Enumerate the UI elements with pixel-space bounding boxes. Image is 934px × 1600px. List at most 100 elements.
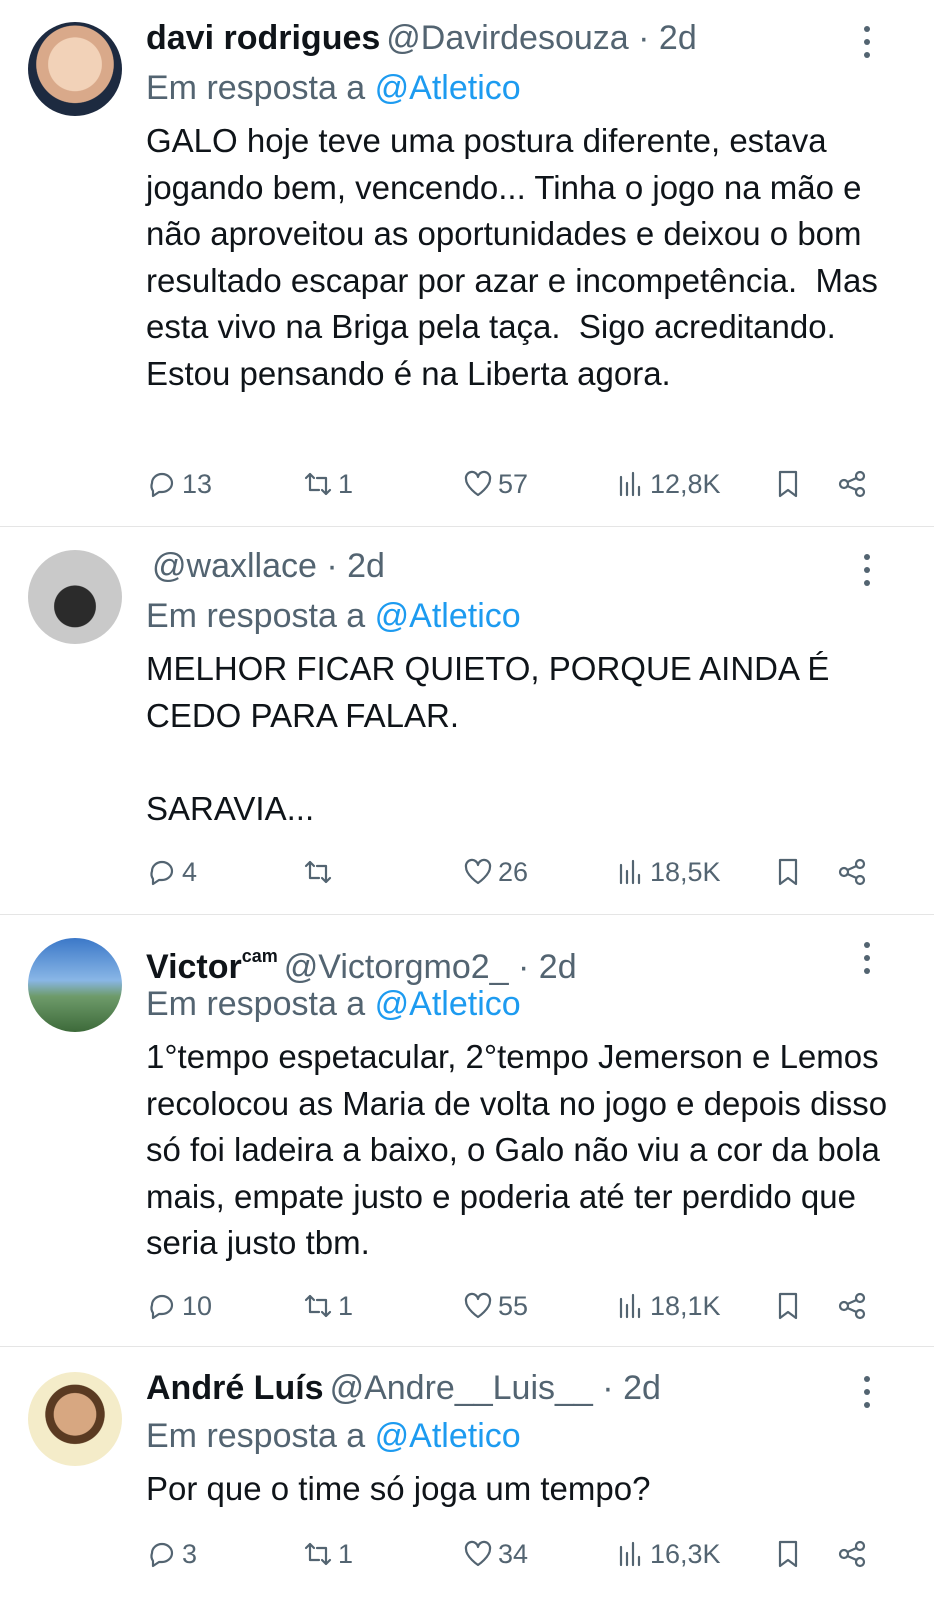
retweet-button[interactable]: 1 xyxy=(302,1532,353,1576)
tweet-header: davi rodrigues @Davirdesouza · 2d xyxy=(146,14,697,62)
timestamp[interactable]: 2d xyxy=(347,547,385,585)
display-name[interactable]: André Luís xyxy=(146,1369,324,1407)
user-handle[interactable]: @Davirdesouza xyxy=(386,19,628,57)
retweet-count: 1 xyxy=(338,468,354,499)
bookmark-icon xyxy=(778,858,798,886)
like-button[interactable]: 55 xyxy=(462,1284,528,1328)
reply-button[interactable]: 13 xyxy=(146,462,212,506)
reply-to-link[interactable]: @Atletico xyxy=(375,597,521,635)
reply-count: 10 xyxy=(182,1290,213,1321)
separator: · xyxy=(326,547,338,585)
share-icon xyxy=(838,858,866,886)
more-icon[interactable] xyxy=(852,550,882,590)
views-button[interactable]: 16,3K xyxy=(614,1532,721,1576)
view-count: 16,3K xyxy=(650,1538,721,1569)
views-icon xyxy=(619,859,641,885)
reply-icon xyxy=(150,472,174,498)
user-handle[interactable]: @waxllace xyxy=(152,547,317,585)
avatar[interactable] xyxy=(28,22,122,116)
share-icon xyxy=(838,470,866,498)
timestamp[interactable]: 2d xyxy=(623,1369,661,1407)
like-button[interactable]: 34 xyxy=(462,1532,528,1576)
bookmark-button[interactable] xyxy=(772,850,804,894)
avatar[interactable] xyxy=(28,550,122,644)
reply-to-link[interactable]: @Atletico xyxy=(375,1417,521,1455)
reply-context: Em resposta a @Atletico xyxy=(146,64,521,112)
like-count: 26 xyxy=(498,856,529,887)
avatar[interactable] xyxy=(28,938,122,1032)
reply-count: 3 xyxy=(182,1538,198,1569)
retweet-icon xyxy=(304,860,332,884)
views-icon xyxy=(619,1541,641,1567)
share-icon xyxy=(838,1292,866,1320)
reply-context: Em resposta a @Atletico xyxy=(146,592,521,640)
reply-button[interactable]: 10 xyxy=(146,1284,212,1328)
view-count: 18,5K xyxy=(650,856,721,887)
bookmark-icon xyxy=(778,1540,798,1568)
tweet-text: MELHOR FICAR QUIETO, PORQUE AINDA É CEDO… xyxy=(146,650,830,827)
more-icon[interactable] xyxy=(852,1372,882,1412)
view-count: 12,8K xyxy=(650,468,721,499)
like-count: 34 xyxy=(498,1538,529,1569)
like-button[interactable]: 57 xyxy=(462,462,528,506)
divider xyxy=(0,526,934,527)
reply-button[interactable]: 3 xyxy=(146,1532,197,1576)
share-button[interactable] xyxy=(836,1532,868,1576)
like-count: 55 xyxy=(498,1290,529,1321)
replies-feed: davi rodrigues @Davirdesouza · 2d Em resp… xyxy=(0,0,934,1600)
separator: · xyxy=(638,19,650,57)
user-handle[interactable]: @Andre__Luis__ xyxy=(330,1369,593,1407)
reply-button[interactable]: 4 xyxy=(146,850,197,894)
tweet-text: 1°tempo espetacular, 2°tempo Jemerson e … xyxy=(146,1038,897,1261)
views-button[interactable]: 18,5K xyxy=(614,850,721,894)
retweet-button[interactable] xyxy=(302,850,338,894)
reply-context: Em resposta a @Atletico xyxy=(146,1412,521,1460)
name-superscript: cam xyxy=(241,946,278,966)
like-button[interactable]: 26 xyxy=(462,850,528,894)
heart-icon xyxy=(464,858,492,885)
more-icon[interactable] xyxy=(852,22,882,62)
reply-to-link[interactable]: @Atletico xyxy=(375,985,521,1023)
reply-count: 13 xyxy=(182,468,213,499)
tweet-header: @waxllace · 2d xyxy=(146,542,385,590)
views-button[interactable]: 18,1K xyxy=(614,1284,721,1328)
views-icon xyxy=(619,471,641,497)
heart-icon xyxy=(464,1292,492,1319)
heart-icon xyxy=(464,470,492,497)
retweet-button[interactable]: 1 xyxy=(302,1284,353,1328)
bookmark-button[interactable] xyxy=(772,1284,804,1328)
reply-count: 4 xyxy=(182,856,198,887)
tweet-header: André Luís @Andre__Luis__ · 2d xyxy=(146,1364,661,1412)
action-bar: 3 1 34 16,3K xyxy=(146,1532,906,1576)
reply-prefix: Em resposta a xyxy=(146,597,366,635)
bookmark-button[interactable] xyxy=(772,462,804,506)
avatar[interactable] xyxy=(28,1372,122,1466)
reply-icon xyxy=(150,1542,174,1568)
display-name[interactable]: davi rodrigues xyxy=(146,19,380,57)
views-icon xyxy=(619,1293,641,1319)
retweet-button[interactable]: 1 xyxy=(302,462,353,506)
share-button[interactable] xyxy=(836,850,868,894)
share-button[interactable] xyxy=(836,1284,868,1328)
divider xyxy=(0,914,934,915)
action-bar: 4 26 18,5K xyxy=(146,850,906,894)
share-button[interactable] xyxy=(836,462,868,506)
retweet-count: 1 xyxy=(338,1538,354,1569)
retweet-icon xyxy=(304,472,332,496)
retweet-icon xyxy=(304,1294,332,1318)
retweet-count: 1 xyxy=(338,1290,354,1321)
tweet-text: Por que o time só joga um tempo? xyxy=(146,1470,651,1507)
reply-to-link[interactable]: @Atletico xyxy=(375,69,521,107)
reply-icon xyxy=(150,1294,174,1320)
tweet-text: GALO hoje teve uma postura diferente, es… xyxy=(146,122,888,392)
more-icon[interactable] xyxy=(852,938,882,978)
like-count: 57 xyxy=(498,468,529,499)
action-bar: 13 1 57 12,8K xyxy=(146,462,906,506)
views-button[interactable]: 12,8K xyxy=(614,462,721,506)
bookmark-button[interactable] xyxy=(772,1532,804,1576)
timestamp[interactable]: 2d xyxy=(659,19,697,57)
bookmark-icon xyxy=(778,470,798,498)
reply-prefix: Em resposta a xyxy=(146,69,366,107)
reply-context: Em resposta a @Atletico xyxy=(146,980,521,1028)
timestamp[interactable]: 2d xyxy=(539,948,577,986)
